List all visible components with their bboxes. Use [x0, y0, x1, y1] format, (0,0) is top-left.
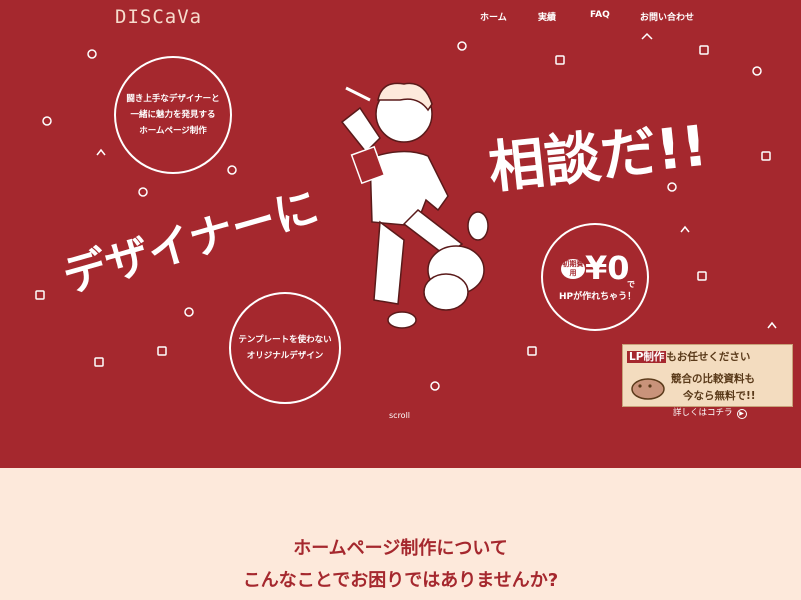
problems-section: ホームページ制作について こんなことでお困りではありませんか?: [0, 468, 801, 600]
dog-icon: [631, 378, 665, 400]
hero-section: DISCaVa ホーム 実績 FAQ お問い合わせ 闘き上手なデザイナーと 一緒…: [0, 0, 801, 468]
section-title-line1: ホームページ制作について: [293, 538, 508, 559]
arrow-circle-icon: ▶: [736, 409, 747, 419]
section-title-line2: こんなことでお困りではありませんか?: [242, 570, 559, 591]
scroll-indicator[interactable]: scroll: [389, 411, 410, 420]
banner-line1-rest: もお任せください: [666, 351, 751, 363]
banner-line3: 今なら無料で!!: [683, 390, 756, 402]
lp-promo-banner[interactable]: LP制作 もお任せください 競合の比較資料も 今なら無料で!!: [622, 344, 793, 407]
details-label: 詳しくはコチラ: [673, 408, 733, 418]
banner-line2: 競合の比較資料も: [671, 373, 755, 385]
details-link[interactable]: 詳しくはコチラ ▶: [673, 406, 747, 419]
banner-lp-label: LP制作: [627, 351, 667, 363]
banner-line1: LP制作 もお任せください: [627, 349, 750, 364]
